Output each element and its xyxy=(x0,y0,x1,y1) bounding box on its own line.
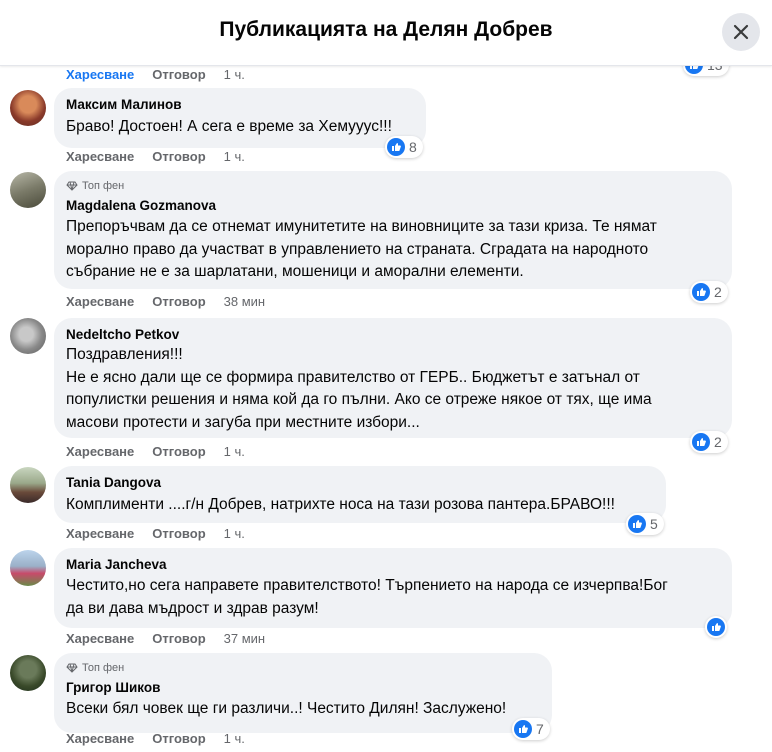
avatar[interactable] xyxy=(10,550,46,586)
top-fan-badge: Топ фен xyxy=(66,661,540,675)
comment-time[interactable]: 1 ч. xyxy=(224,67,245,82)
reaction-badge[interactable]: 5 xyxy=(626,513,664,535)
diamond-icon xyxy=(66,663,78,673)
like-button[interactable]: Харесване xyxy=(66,731,134,746)
comment-bubble: Maria Jancheva Честито,но сега направете… xyxy=(54,548,732,628)
like-icon xyxy=(692,283,710,301)
comment-author[interactable]: Magdalena Gozmanova xyxy=(66,197,720,215)
like-button[interactable]: Харесване xyxy=(66,294,134,309)
close-icon xyxy=(733,24,749,40)
avatar[interactable] xyxy=(10,318,46,354)
comment-bubble: Максим Малинов Браво! Достоен! А сега е … xyxy=(54,88,426,148)
comment-time[interactable]: 1 ч. xyxy=(224,149,245,164)
dialog-header: Публикацията на Делян Добрев xyxy=(0,0,772,66)
comment-text: Честито,но сега направете правителството… xyxy=(66,577,668,617)
avatar[interactable] xyxy=(10,467,46,503)
comment-text: Всеки бял човек ще ги различи..! Честито… xyxy=(66,700,507,717)
comment-text: Поздравления!!! Не е ясно дали ще се фор… xyxy=(66,346,652,431)
like-button[interactable]: Харесване xyxy=(66,631,134,646)
reaction-badge[interactable]: 2 xyxy=(690,281,728,303)
comment-text: Браво! Достоен! А сега е време за Хемууу… xyxy=(66,118,392,135)
reply-button[interactable]: Отговор xyxy=(152,444,205,459)
comment-author[interactable]: Максим Малинов xyxy=(66,96,414,114)
comment-time[interactable]: 37 мин xyxy=(224,631,265,646)
reaction-badge[interactable]: 8 xyxy=(385,136,423,158)
like-icon xyxy=(707,618,725,636)
comment-author[interactable]: Григор Шиков xyxy=(66,679,540,697)
reply-button[interactable]: Отговор xyxy=(152,631,205,646)
comment-time[interactable]: 1 ч. xyxy=(224,526,245,541)
comment-bubble: Топ фен Magdalena Gozmanova Препоръчвам … xyxy=(54,171,732,289)
comment-actions: Харесване Отговор 38 мин xyxy=(66,292,265,310)
avatar[interactable] xyxy=(10,172,46,208)
comment-actions: Харесване Отговор 1 ч. xyxy=(66,442,245,460)
close-button[interactable] xyxy=(722,13,760,51)
comment-bubble: Топ фен Григор Шиков Всеки бял човек ще … xyxy=(54,653,552,733)
comment-author[interactable]: Maria Jancheva xyxy=(66,556,720,574)
like-icon xyxy=(692,433,710,451)
comment-bubble: Nedeltcho Petkov Поздравления!!! Не е яс… xyxy=(54,318,732,438)
reaction-badge[interactable] xyxy=(705,616,727,638)
dialog-title: Публикацията на Делян Добрев xyxy=(219,18,553,41)
reply-button[interactable]: Отговор xyxy=(152,294,205,309)
comment-actions: Харесване Отговор 1 ч. xyxy=(66,66,245,83)
comment-actions: Харесване Отговор 37 мин xyxy=(66,629,265,647)
comment-actions: Харесване Отговор 1 ч. xyxy=(66,729,245,747)
like-button[interactable]: Харесване xyxy=(66,67,134,82)
like-icon xyxy=(628,515,646,533)
like-button[interactable]: Харесване xyxy=(66,444,134,459)
like-icon xyxy=(387,138,405,156)
reply-button[interactable]: Отговор xyxy=(152,149,205,164)
reaction-badge[interactable]: 7 xyxy=(512,718,550,740)
comments-feed[interactable]: 13 Харесване Отговор 1 ч. Максим Малинов… xyxy=(0,66,772,752)
comment-text: Препоръчвам да се отнемат имунитетите на… xyxy=(66,218,657,280)
avatar[interactable] xyxy=(10,90,46,126)
reaction-badge[interactable]: 13 xyxy=(683,66,729,76)
comment-author[interactable]: Nedeltcho Petkov xyxy=(66,326,720,344)
comment-author[interactable]: Tania Dangova xyxy=(66,474,654,492)
reaction-badge[interactable]: 2 xyxy=(690,431,728,453)
like-icon xyxy=(685,66,703,74)
avatar[interactable] xyxy=(10,655,46,691)
like-icon xyxy=(514,720,532,738)
comment-time[interactable]: 1 ч. xyxy=(224,731,245,746)
comment-actions: Харесване Отговор 1 ч. xyxy=(66,524,245,542)
comment-text: Комплименти ....г/н Добрев, натрихте нос… xyxy=(66,496,615,513)
comment-bubble: Tania Dangova Комплименти ....г/н Добрев… xyxy=(54,466,666,523)
reply-button[interactable]: Отговор xyxy=(152,731,205,746)
like-button[interactable]: Харесване xyxy=(66,149,134,164)
comment-actions: Харесване Отговор 1 ч. xyxy=(66,147,245,165)
comment-time[interactable]: 1 ч. xyxy=(224,444,245,459)
reply-button[interactable]: Отговор xyxy=(152,67,205,82)
reply-button[interactable]: Отговор xyxy=(152,526,205,541)
top-fan-badge: Топ фен xyxy=(66,179,720,193)
like-button[interactable]: Харесване xyxy=(66,526,134,541)
diamond-icon xyxy=(66,181,78,191)
comment-time[interactable]: 38 мин xyxy=(224,294,265,309)
